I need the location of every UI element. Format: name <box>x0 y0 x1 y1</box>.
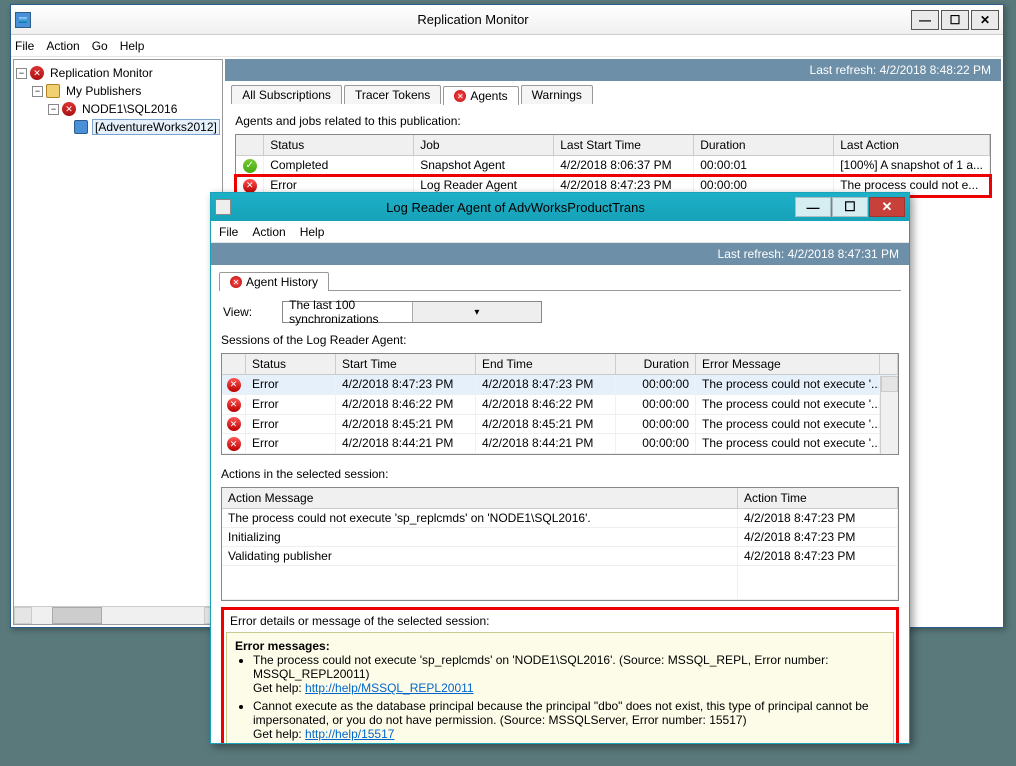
session-row[interactable]: Error 4/2/2018 8:44:21 PM 4/2/2018 8:44:… <box>222 434 898 454</box>
app-icon <box>215 199 231 215</box>
child-menubar: File Action Help <box>211 221 909 243</box>
child-menu-action[interactable]: Action <box>252 225 285 239</box>
maximize-button[interactable] <box>941 10 969 30</box>
child-close-button[interactable]: ✕ <box>869 197 905 217</box>
sessions-scrollbar-vertical[interactable] <box>880 376 898 454</box>
tab-all-subscriptions[interactable]: All Subscriptions <box>231 85 342 104</box>
actions-label: Actions in the selected session: <box>211 457 909 485</box>
view-label: View: <box>223 305 252 319</box>
menu-action[interactable]: Action <box>46 39 79 53</box>
child-last-refresh: Last refresh: 4/2/2018 8:47:31 PM <box>211 243 909 265</box>
child-titlebar[interactable]: Log Reader Agent of AdvWorksProductTrans… <box>211 193 909 221</box>
agents-grid: Status Job Last Start Time Duration Last… <box>235 134 991 197</box>
error-item: Cannot execute as the database principal… <box>253 699 885 741</box>
error-icon <box>227 417 241 431</box>
error-icon <box>454 90 466 102</box>
col-action-message[interactable]: Action Message <box>222 488 738 508</box>
main-title: Replication Monitor <box>37 12 909 27</box>
col-last-start[interactable]: Last Start Time <box>554 135 694 155</box>
tab-agents[interactable]: Agents <box>443 86 518 105</box>
main-titlebar[interactable]: Replication Monitor <box>11 5 1003 35</box>
child-minimize-button[interactable]: — <box>795 197 831 217</box>
error-messages-panel: Error messages: The process could not ex… <box>226 632 894 743</box>
col-job[interactable]: Job <box>414 135 554 155</box>
child-title: Log Reader Agent of AdvWorksProductTrans <box>237 200 794 215</box>
error-icon <box>243 179 257 193</box>
col-status[interactable]: Status <box>246 354 336 374</box>
main-menubar: File Action Go Help <box>11 35 1003 57</box>
col-duration[interactable]: Duration <box>694 135 834 155</box>
col-status[interactable]: Status <box>264 135 414 155</box>
view-combobox[interactable]: The last 100 synchronizations ▾ <box>282 301 542 323</box>
col-start-time[interactable]: Start Time <box>336 354 476 374</box>
menu-help[interactable]: Help <box>120 39 145 53</box>
actions-grid: Action Message Action Time The process c… <box>221 487 899 601</box>
chevron-down-icon[interactable]: ▾ <box>412 302 542 322</box>
menu-go[interactable]: Go <box>92 39 108 53</box>
error-item: The process could not execute 'sp_replcm… <box>253 653 885 695</box>
last-refresh-bar: Last refresh: 4/2/2018 8:48:22 PM <box>225 59 1001 81</box>
sessions-label: Sessions of the Log Reader Agent: <box>211 333 909 351</box>
col-end-time[interactable]: End Time <box>476 354 616 374</box>
log-reader-agent-window: Log Reader Agent of AdvWorksProductTrans… <box>210 192 910 744</box>
collapse-icon[interactable]: − <box>16 68 27 79</box>
collapse-icon[interactable]: − <box>48 104 59 115</box>
action-row[interactable]: Validating publisher 4/2/2018 8:47:23 PM <box>222 547 898 566</box>
detail-tabs: All Subscriptions Tracer Tokens Agents W… <box>225 81 1001 104</box>
tab-tracer-tokens[interactable]: Tracer Tokens <box>344 85 441 104</box>
agents-label: Agents and jobs related to this publicat… <box>225 104 1001 132</box>
menu-file[interactable]: File <box>15 39 34 53</box>
error-icon <box>227 437 241 451</box>
col-error-message[interactable]: Error Message <box>696 354 880 374</box>
close-button[interactable] <box>971 10 999 30</box>
publishers-tree[interactable]: − Replication Monitor − My Publishers − … <box>13 59 223 625</box>
tree-publication[interactable]: [AdventureWorks2012] <box>16 118 220 136</box>
scroll-left-button[interactable] <box>14 607 32 624</box>
scroll-thumb[interactable] <box>52 607 102 624</box>
col-duration[interactable]: Duration <box>616 354 696 374</box>
minimize-button[interactable] <box>911 10 939 30</box>
child-maximize-button[interactable]: ☐ <box>832 197 868 217</box>
help-link[interactable]: http://help/15517 <box>305 727 394 741</box>
help-link[interactable]: http://help/MSSQL_REPL20011 <box>305 681 474 695</box>
error-details-box: Error details or message of the selected… <box>221 607 899 743</box>
tab-warnings[interactable]: Warnings <box>521 85 593 104</box>
session-row[interactable]: Error 4/2/2018 8:45:21 PM 4/2/2018 8:45:… <box>222 415 898 435</box>
error-icon <box>227 398 241 412</box>
tab-agent-history[interactable]: Agent History <box>219 272 329 291</box>
col-last-action[interactable]: Last Action <box>834 135 990 155</box>
action-row[interactable]: Initializing 4/2/2018 8:47:23 PM <box>222 528 898 547</box>
agents-row-snapshot[interactable]: Completed Snapshot Agent 4/2/2018 8:06:3… <box>236 156 990 176</box>
error-details-label: Error details or message of the selected… <box>226 612 894 632</box>
agents-grid-header: Status Job Last Start Time Duration Last… <box>236 135 990 156</box>
publication-icon <box>74 120 88 134</box>
tree-scrollbar-horizontal[interactable] <box>14 606 222 624</box>
action-row[interactable]: The process could not execute 'sp_replcm… <box>222 509 898 528</box>
session-row[interactable]: Error 4/2/2018 8:46:22 PM 4/2/2018 8:46:… <box>222 395 898 415</box>
monitor-icon <box>30 66 44 80</box>
folder-icon <box>46 84 60 98</box>
tree-my-publishers[interactable]: − My Publishers <box>16 82 220 100</box>
server-error-icon <box>62 102 76 116</box>
ok-icon <box>243 159 257 173</box>
tree-node[interactable]: − NODE1\SQL2016 <box>16 100 220 118</box>
session-row[interactable]: Error 4/2/2018 8:47:23 PM 4/2/2018 8:47:… <box>222 375 898 395</box>
child-menu-file[interactable]: File <box>219 225 238 239</box>
scroll-up-button[interactable] <box>881 376 898 392</box>
sessions-grid: Status Start Time End Time Duration Erro… <box>221 353 899 455</box>
child-menu-help[interactable]: Help <box>300 225 325 239</box>
app-icon <box>15 12 31 28</box>
tree-root[interactable]: − Replication Monitor <box>16 64 220 82</box>
collapse-icon[interactable]: − <box>32 86 43 97</box>
action-row-empty <box>222 566 898 600</box>
error-icon <box>230 276 242 288</box>
error-heading: Error messages: <box>235 639 330 653</box>
error-icon <box>227 378 241 392</box>
col-action-time[interactable]: Action Time <box>738 488 898 508</box>
